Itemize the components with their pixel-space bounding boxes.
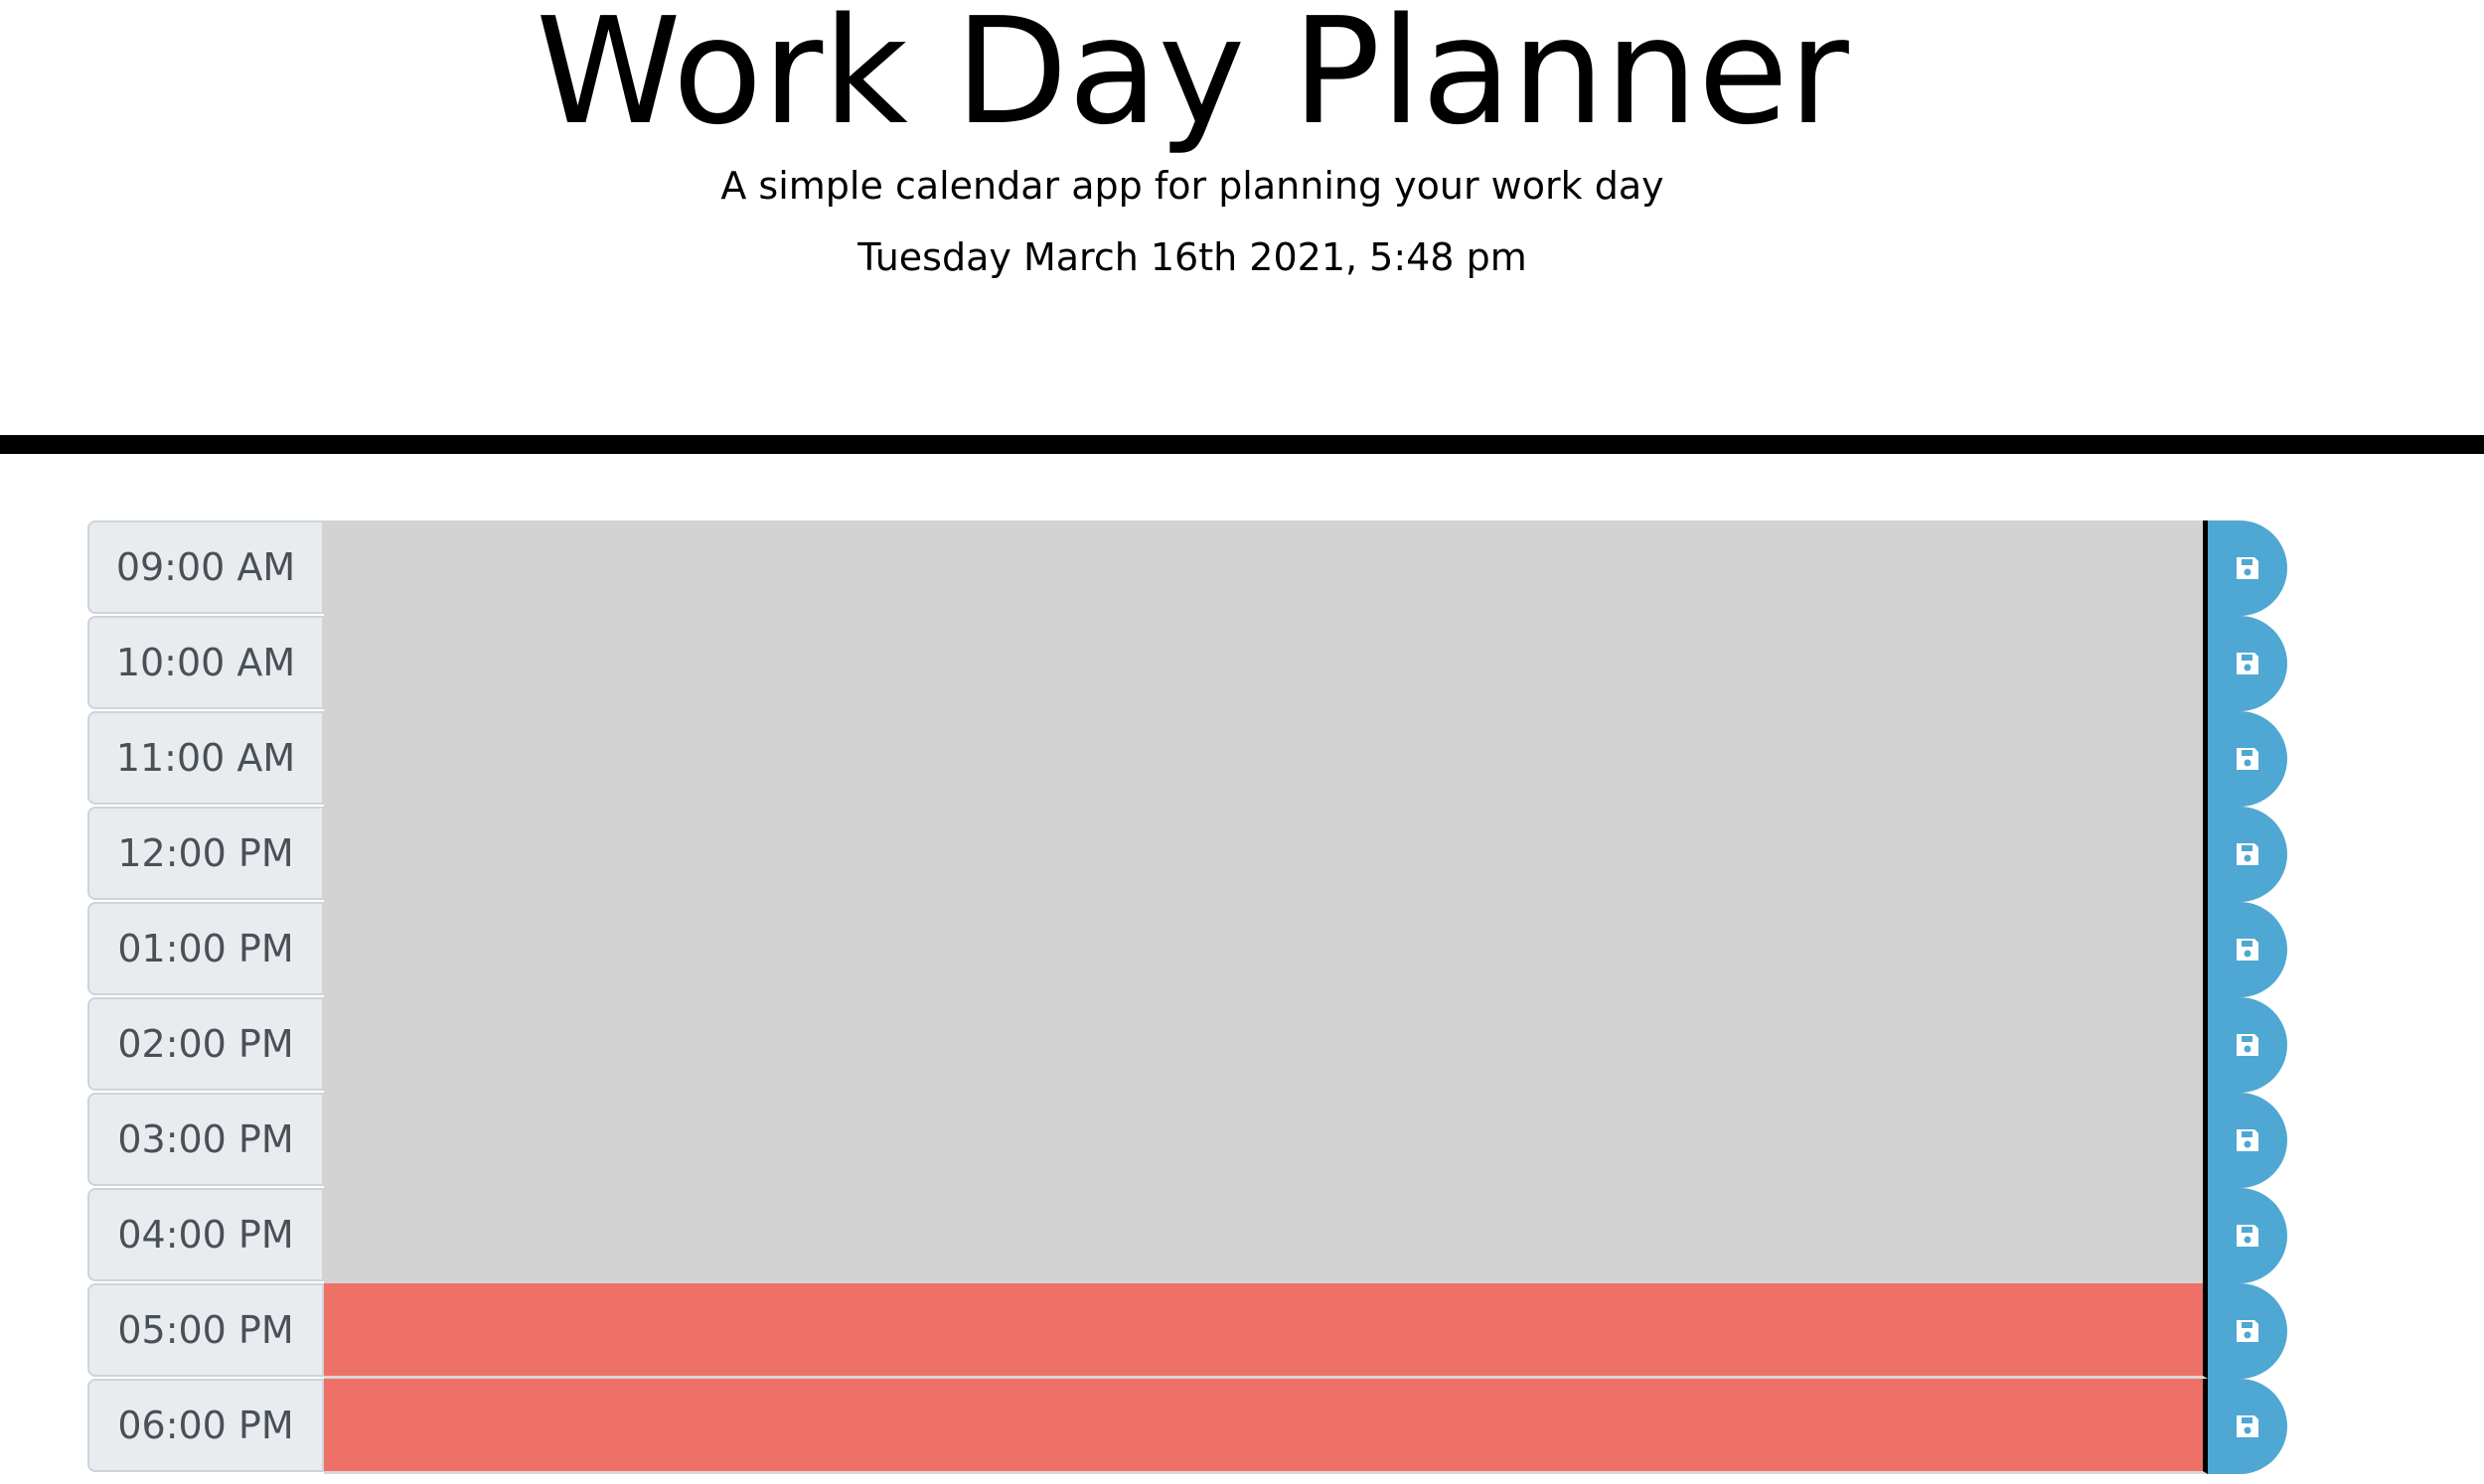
header: Work Day Planner A simple calendar app f… — [0, 0, 2484, 454]
time-block: 10:00 AM — [87, 616, 2293, 711]
event-description-input[interactable] — [324, 1188, 2208, 1283]
hour-label: 05:00 PM — [87, 1283, 324, 1377]
hour-label: 03:00 PM — [87, 1093, 324, 1186]
save-button[interactable] — [2208, 616, 2287, 711]
event-description-input[interactable] — [324, 1379, 2208, 1474]
save-button[interactable] — [2208, 1093, 2287, 1188]
hour-label: 06:00 PM — [87, 1379, 324, 1472]
floppy-disk-icon — [2237, 843, 2258, 865]
floppy-disk-icon — [2237, 1415, 2258, 1437]
time-block: 03:00 PM — [87, 1093, 2293, 1188]
floppy-disk-icon — [2237, 1034, 2258, 1056]
hour-label: 09:00 AM — [87, 520, 324, 614]
event-description-input[interactable] — [324, 1283, 2208, 1379]
save-button[interactable] — [2208, 520, 2287, 616]
floppy-disk-icon — [2237, 939, 2258, 961]
time-block: 01:00 PM — [87, 902, 2293, 997]
floppy-disk-icon — [2237, 1225, 2258, 1247]
save-button[interactable] — [2208, 902, 2287, 997]
event-description-input[interactable] — [324, 902, 2208, 997]
save-button[interactable] — [2208, 1283, 2287, 1379]
hour-label: 04:00 PM — [87, 1188, 324, 1281]
save-button[interactable] — [2208, 1188, 2287, 1283]
floppy-disk-icon — [2237, 748, 2258, 770]
page-subtitle: A simple calendar app for planning your … — [720, 164, 1664, 208]
event-description-input[interactable] — [324, 616, 2208, 711]
floppy-disk-icon — [2237, 557, 2258, 579]
save-button[interactable] — [2208, 997, 2287, 1093]
event-description-input[interactable] — [324, 711, 2208, 807]
event-description-input[interactable] — [324, 997, 2208, 1093]
page-title: Work Day Planner — [536, 0, 1849, 157]
time-block: 12:00 PM — [87, 807, 2293, 902]
time-block: 09:00 AM — [87, 520, 2293, 616]
event-description-input[interactable] — [324, 1093, 2208, 1188]
event-description-input[interactable] — [324, 807, 2208, 902]
time-block: 11:00 AM — [87, 711, 2293, 807]
save-button[interactable] — [2208, 1379, 2287, 1474]
time-block-container: 09:00 AM 10:00 AM 11:00 AM 12:00 PM 01:0… — [87, 520, 2293, 1474]
event-description-input[interactable] — [324, 520, 2208, 616]
hour-label: 01:00 PM — [87, 902, 324, 995]
floppy-disk-icon — [2237, 1320, 2258, 1342]
time-block: 05:00 PM — [87, 1283, 2293, 1379]
save-button[interactable] — [2208, 807, 2287, 902]
floppy-disk-icon — [2237, 1129, 2258, 1151]
time-block: 06:00 PM — [87, 1379, 2293, 1474]
hour-label: 11:00 AM — [87, 711, 324, 805]
hour-label: 02:00 PM — [87, 997, 324, 1091]
hour-label: 10:00 AM — [87, 616, 324, 709]
hour-label: 12:00 PM — [87, 807, 324, 900]
time-block: 04:00 PM — [87, 1188, 2293, 1283]
current-day: Tuesday March 16th 2021, 5:48 pm — [857, 235, 1527, 279]
floppy-disk-icon — [2237, 653, 2258, 674]
time-block: 02:00 PM — [87, 997, 2293, 1093]
save-button[interactable] — [2208, 711, 2287, 807]
